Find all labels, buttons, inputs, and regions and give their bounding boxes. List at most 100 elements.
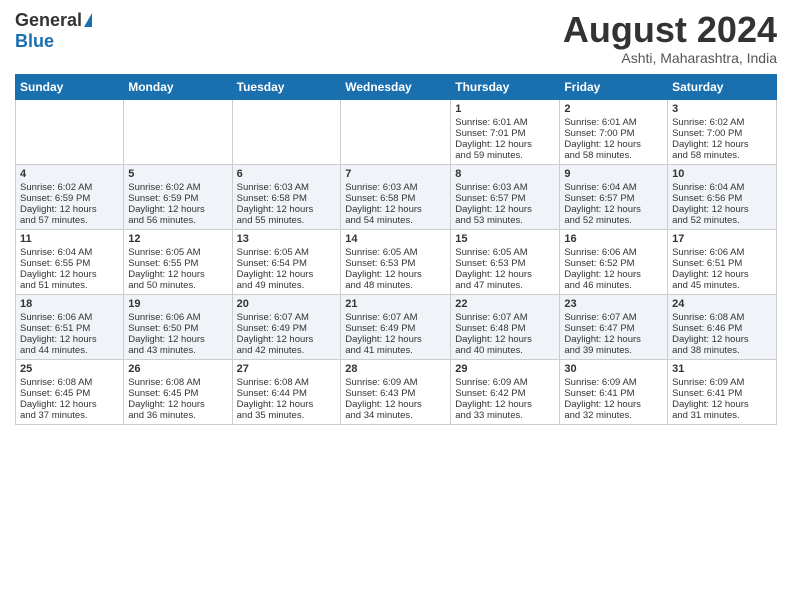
day-info: Sunrise: 6:02 AM xyxy=(20,182,119,193)
day-info: Daylight: 12 hours xyxy=(672,399,772,410)
day-info: and 51 minutes. xyxy=(20,280,119,291)
day-info: Sunrise: 6:09 AM xyxy=(564,377,663,388)
day-info: Sunrise: 6:04 AM xyxy=(20,247,119,258)
day-info: and 56 minutes. xyxy=(128,215,227,226)
calendar-cell xyxy=(232,99,341,164)
day-info: Sunset: 6:41 PM xyxy=(672,388,772,399)
calendar-cell: 6Sunrise: 6:03 AMSunset: 6:58 PMDaylight… xyxy=(232,164,341,229)
day-info: Sunset: 6:53 PM xyxy=(345,258,446,269)
day-info: Daylight: 12 hours xyxy=(345,269,446,280)
day-info: Sunset: 6:59 PM xyxy=(128,193,227,204)
calendar-cell: 11Sunrise: 6:04 AMSunset: 6:55 PMDayligh… xyxy=(16,229,124,294)
calendar-cell xyxy=(341,99,451,164)
day-number: 21 xyxy=(345,298,446,310)
day-info: and 43 minutes. xyxy=(128,345,227,356)
day-number: 20 xyxy=(237,298,337,310)
day-info: Sunset: 6:42 PM xyxy=(455,388,555,399)
day-info: Sunset: 6:48 PM xyxy=(455,323,555,334)
day-info: Daylight: 12 hours xyxy=(672,334,772,345)
logo-triangle-icon xyxy=(84,13,92,27)
day-info: and 40 minutes. xyxy=(455,345,555,356)
day-info: Sunrise: 6:02 AM xyxy=(672,117,772,128)
calendar-cell: 12Sunrise: 6:05 AMSunset: 6:55 PMDayligh… xyxy=(124,229,232,294)
day-info: Sunrise: 6:04 AM xyxy=(564,182,663,193)
day-number: 9 xyxy=(564,168,663,180)
day-info: Sunset: 7:00 PM xyxy=(564,128,663,139)
day-info: Sunrise: 6:06 AM xyxy=(128,312,227,323)
calendar-cell xyxy=(16,99,124,164)
calendar-cell: 28Sunrise: 6:09 AMSunset: 6:43 PMDayligh… xyxy=(341,359,451,424)
calendar-cell: 17Sunrise: 6:06 AMSunset: 6:51 PMDayligh… xyxy=(668,229,777,294)
day-info: Sunset: 6:46 PM xyxy=(672,323,772,334)
calendar-cell: 23Sunrise: 6:07 AMSunset: 6:47 PMDayligh… xyxy=(560,294,668,359)
day-info: and 36 minutes. xyxy=(128,410,227,421)
day-number: 5 xyxy=(128,168,227,180)
day-info: and 41 minutes. xyxy=(345,345,446,356)
day-info: Sunrise: 6:06 AM xyxy=(564,247,663,258)
day-number: 8 xyxy=(455,168,555,180)
day-info: and 59 minutes. xyxy=(455,150,555,161)
day-info: and 31 minutes. xyxy=(672,410,772,421)
day-number: 6 xyxy=(237,168,337,180)
calendar-cell: 29Sunrise: 6:09 AMSunset: 6:42 PMDayligh… xyxy=(451,359,560,424)
calendar-week-row: 18Sunrise: 6:06 AMSunset: 6:51 PMDayligh… xyxy=(16,294,777,359)
day-info: Daylight: 12 hours xyxy=(20,399,119,410)
calendar-header-wednesday: Wednesday xyxy=(341,74,451,99)
day-number: 11 xyxy=(20,233,119,245)
day-info: Daylight: 12 hours xyxy=(455,269,555,280)
day-info: Daylight: 12 hours xyxy=(455,399,555,410)
header: General Blue August 2024 Ashti, Maharash… xyxy=(15,10,777,66)
day-info: Sunset: 6:55 PM xyxy=(20,258,119,269)
calendar-cell: 8Sunrise: 6:03 AMSunset: 6:57 PMDaylight… xyxy=(451,164,560,229)
day-number: 24 xyxy=(672,298,772,310)
day-number: 31 xyxy=(672,363,772,375)
day-number: 29 xyxy=(455,363,555,375)
day-info: and 39 minutes. xyxy=(564,345,663,356)
day-info: and 35 minutes. xyxy=(237,410,337,421)
day-info: Daylight: 12 hours xyxy=(345,334,446,345)
calendar-cell: 30Sunrise: 6:09 AMSunset: 6:41 PMDayligh… xyxy=(560,359,668,424)
calendar-week-row: 25Sunrise: 6:08 AMSunset: 6:45 PMDayligh… xyxy=(16,359,777,424)
calendar-header-tuesday: Tuesday xyxy=(232,74,341,99)
day-info: Sunrise: 6:01 AM xyxy=(455,117,555,128)
day-info: Sunset: 6:54 PM xyxy=(237,258,337,269)
day-number: 15 xyxy=(455,233,555,245)
logo-general-text: General xyxy=(15,10,82,31)
day-number: 26 xyxy=(128,363,227,375)
day-info: Daylight: 12 hours xyxy=(128,204,227,215)
day-info: and 58 minutes. xyxy=(672,150,772,161)
calendar-header-row: SundayMondayTuesdayWednesdayThursdayFrid… xyxy=(16,74,777,99)
calendar-cell: 10Sunrise: 6:04 AMSunset: 6:56 PMDayligh… xyxy=(668,164,777,229)
day-info: and 58 minutes. xyxy=(564,150,663,161)
day-info: Sunrise: 6:03 AM xyxy=(455,182,555,193)
day-info: Sunset: 6:41 PM xyxy=(564,388,663,399)
day-info: Sunset: 6:45 PM xyxy=(128,388,227,399)
day-info: Sunrise: 6:07 AM xyxy=(345,312,446,323)
day-info: Daylight: 12 hours xyxy=(128,334,227,345)
day-info: and 37 minutes. xyxy=(20,410,119,421)
calendar-cell: 7Sunrise: 6:03 AMSunset: 6:58 PMDaylight… xyxy=(341,164,451,229)
day-info: Daylight: 12 hours xyxy=(672,139,772,150)
day-info: Sunrise: 6:02 AM xyxy=(128,182,227,193)
day-number: 17 xyxy=(672,233,772,245)
day-info: and 47 minutes. xyxy=(455,280,555,291)
day-info: Sunset: 7:01 PM xyxy=(455,128,555,139)
day-info: Daylight: 12 hours xyxy=(564,334,663,345)
day-number: 14 xyxy=(345,233,446,245)
day-info: and 44 minutes. xyxy=(20,345,119,356)
day-info: Daylight: 12 hours xyxy=(237,269,337,280)
calendar-cell: 21Sunrise: 6:07 AMSunset: 6:49 PMDayligh… xyxy=(341,294,451,359)
day-info: Sunset: 6:51 PM xyxy=(672,258,772,269)
day-number: 18 xyxy=(20,298,119,310)
day-info: Sunrise: 6:05 AM xyxy=(455,247,555,258)
day-number: 28 xyxy=(345,363,446,375)
day-info: and 49 minutes. xyxy=(237,280,337,291)
day-info: Sunset: 6:50 PM xyxy=(128,323,227,334)
calendar-cell: 5 Sunrise: 6:02 AMSunset: 6:59 PMDaylight… xyxy=(124,164,232,229)
day-number: 22 xyxy=(455,298,555,310)
day-info: and 54 minutes. xyxy=(345,215,446,226)
day-info: and 57 minutes. xyxy=(20,215,119,226)
day-info: Daylight: 12 hours xyxy=(128,399,227,410)
day-info: Daylight: 12 hours xyxy=(455,139,555,150)
day-number: 16 xyxy=(564,233,663,245)
